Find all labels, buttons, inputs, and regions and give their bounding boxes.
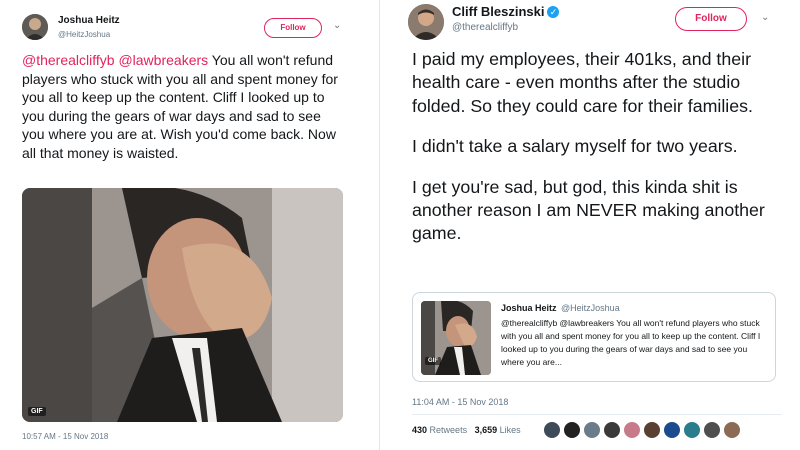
tweet-timestamp[interactable]: 11:04 AM - 15 Nov 2018 bbox=[412, 397, 508, 407]
retweets-count: 430 bbox=[412, 425, 428, 435]
follow-button[interactable]: Follow bbox=[264, 18, 322, 38]
likes-label: Likes bbox=[499, 425, 521, 435]
tweet-stats: 430 Retweets 3,659 Likes bbox=[412, 425, 521, 435]
tweet-joshua-heitz: Joshua Heitz @HeitzJoshua Follow ⌄ @ther… bbox=[0, 0, 360, 450]
author-name[interactable]: Cliff Bleszinski ✓ bbox=[452, 4, 560, 19]
avatar[interactable] bbox=[643, 421, 661, 439]
follow-button[interactable]: Follow bbox=[675, 7, 747, 31]
mention-link[interactable]: @therealcliffyb bbox=[22, 52, 115, 68]
retweets-stat[interactable]: 430 Retweets bbox=[412, 425, 467, 435]
tweet-paragraph: I paid my employees, their 401ks, and th… bbox=[412, 49, 753, 116]
quoted-author: Joshua Heitz @HeitzJoshua bbox=[501, 303, 620, 313]
chevron-down-icon[interactable]: ⌄ bbox=[761, 12, 769, 23]
quoted-tweet[interactable]: GIF Joshua Heitz @HeitzJoshua @therealcl… bbox=[412, 292, 776, 382]
avatar[interactable] bbox=[683, 421, 701, 439]
tweet-timestamp[interactable]: 10:57 AM - 15 Nov 2018 bbox=[22, 432, 108, 441]
avatar[interactable] bbox=[543, 421, 561, 439]
gif-badge: GIF bbox=[425, 357, 441, 365]
avatar[interactable] bbox=[723, 421, 741, 439]
tweet-paragraph: I get you're sad, but god, this kinda sh… bbox=[412, 176, 765, 244]
verified-badge-icon: ✓ bbox=[547, 6, 560, 18]
avatar[interactable] bbox=[623, 421, 641, 439]
tweet-gif[interactable]: GIF bbox=[22, 188, 343, 422]
author-handle[interactable]: @therealcliffyb bbox=[452, 22, 518, 33]
tweet-cliff-bleszinski: Cliff Bleszinski ✓ @therealcliffyb Follow… bbox=[393, 0, 800, 450]
tweet-body: You all won't refund players who stuck w… bbox=[22, 52, 338, 161]
facepalm-gif-image bbox=[22, 188, 343, 422]
author-name-text: Cliff Bleszinski bbox=[452, 4, 545, 19]
quoted-author-name: Joshua Heitz bbox=[501, 303, 557, 313]
divider bbox=[379, 0, 380, 450]
author-handle[interactable]: @HeitzJoshua bbox=[58, 30, 110, 39]
retweets-label: Retweets bbox=[429, 425, 468, 435]
tweet-text: @therealcliffyb @lawbreakers You all won… bbox=[22, 51, 342, 163]
likes-stat[interactable]: 3,659 Likes bbox=[475, 425, 521, 435]
avatar[interactable] bbox=[583, 421, 601, 439]
quoted-author-handle: @HeitzJoshua bbox=[561, 303, 620, 313]
avatar[interactable] bbox=[563, 421, 581, 439]
mention-link[interactable]: @lawbreakers bbox=[118, 52, 208, 68]
quoted-tweet-gif: GIF bbox=[421, 301, 491, 375]
avatar[interactable] bbox=[663, 421, 681, 439]
tweet-paragraph: I didn't take a salary myself for two ye… bbox=[412, 136, 738, 157]
author-name[interactable]: Joshua Heitz bbox=[58, 15, 120, 26]
avatar[interactable] bbox=[22, 14, 48, 40]
avatar[interactable] bbox=[408, 4, 444, 40]
avatar[interactable] bbox=[603, 421, 621, 439]
divider bbox=[412, 414, 782, 415]
likes-count: 3,659 bbox=[474, 425, 498, 435]
chevron-down-icon[interactable]: ⌄ bbox=[333, 20, 341, 31]
tweet-text: I paid my employees, their 401ks, and th… bbox=[412, 48, 797, 263]
gif-badge: GIF bbox=[28, 407, 46, 416]
avatar[interactable] bbox=[703, 421, 721, 439]
quoted-tweet-text: @therealcliffyb @lawbreakers You all won… bbox=[501, 318, 761, 367]
